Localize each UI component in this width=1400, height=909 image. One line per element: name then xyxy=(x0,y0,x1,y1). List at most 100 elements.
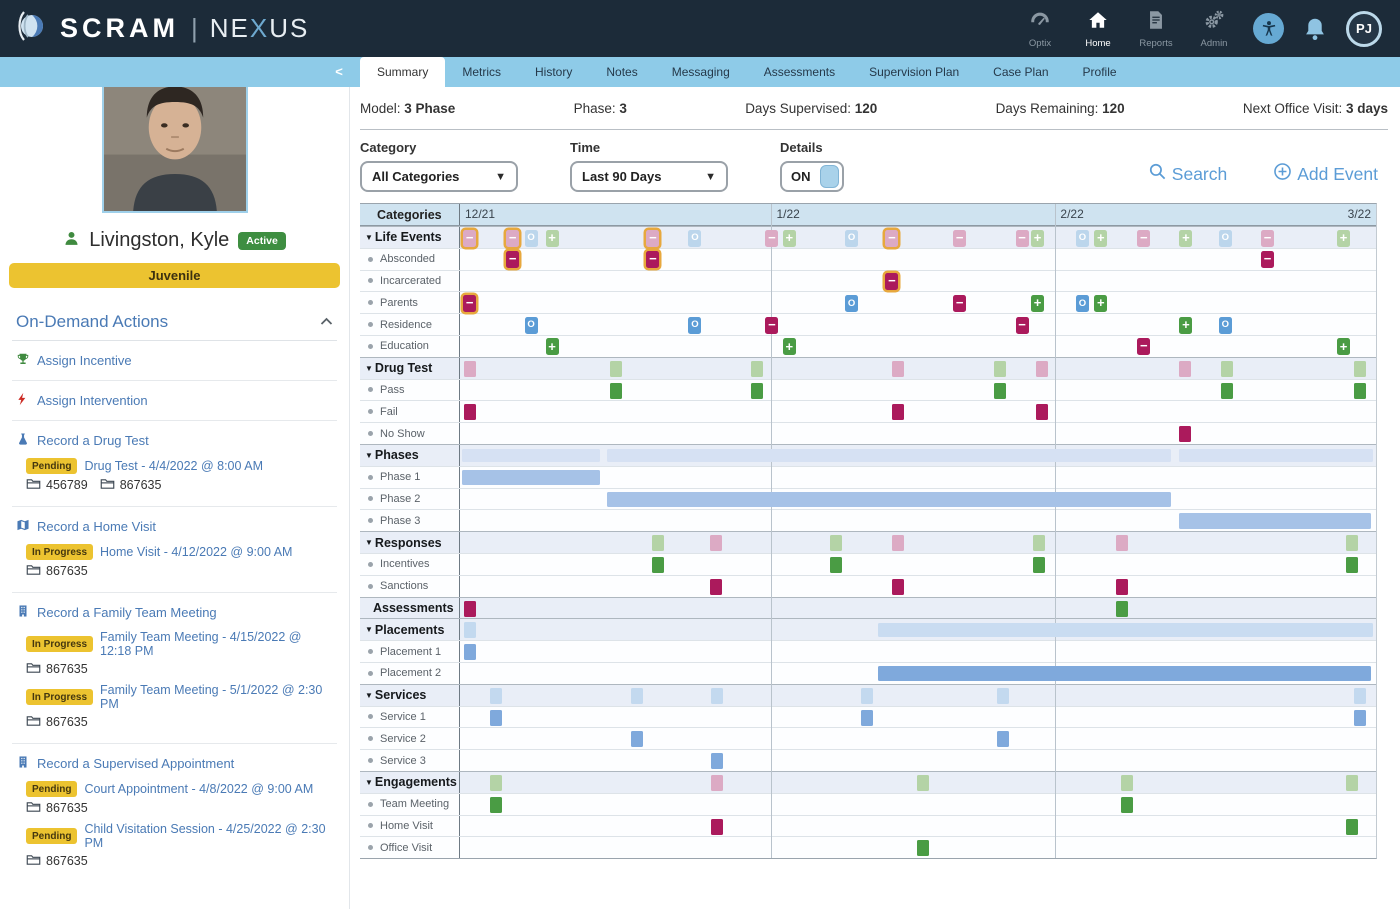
event-marker[interactable] xyxy=(490,775,502,791)
event-marker[interactable]: + xyxy=(1179,317,1192,334)
event-marker[interactable]: + xyxy=(1031,295,1044,312)
event-marker[interactable]: − xyxy=(953,230,966,247)
tab-messaging[interactable]: Messaging xyxy=(655,57,747,87)
tab-supervision-plan[interactable]: Supervision Plan xyxy=(852,57,976,87)
tab-assessments[interactable]: Assessments xyxy=(747,57,852,87)
assign-intervention-link[interactable]: Assign Intervention xyxy=(16,388,333,413)
event-marker[interactable] xyxy=(490,688,502,704)
row-label-responses[interactable]: ▼Responses xyxy=(360,532,460,553)
event-marker[interactable] xyxy=(1346,557,1358,573)
event-marker[interactable] xyxy=(1354,361,1366,377)
event-marker[interactable] xyxy=(711,753,723,769)
row-label-drug-test[interactable]: ▼Drug Test xyxy=(360,358,460,379)
event-marker[interactable] xyxy=(1221,383,1233,399)
folder-reference[interactable]: 456789 xyxy=(26,477,88,493)
record-a-home-visit-link[interactable]: Record a Home Visit xyxy=(16,514,333,539)
event-marker[interactable] xyxy=(1121,775,1133,791)
event-link[interactable]: Child Visitation Session - 4/25/2022 @ 2… xyxy=(84,822,333,850)
chevron-up-icon[interactable] xyxy=(320,315,333,329)
event-marker[interactable] xyxy=(1033,557,1045,573)
event-marker[interactable] xyxy=(464,361,476,377)
event-marker[interactable] xyxy=(830,557,842,573)
event-marker[interactable] xyxy=(631,688,643,704)
nav-item-reports[interactable]: Reports xyxy=(1131,9,1181,49)
event-marker[interactable] xyxy=(830,535,842,551)
folder-reference[interactable]: 867635 xyxy=(26,800,88,816)
app-logo[interactable]: SCRAM | NEXUS xyxy=(0,8,309,49)
event-marker[interactable]: + xyxy=(783,230,796,247)
row-label-phases[interactable]: ▼Phases xyxy=(360,445,460,466)
row-label-services[interactable]: ▼Services xyxy=(360,685,460,706)
time-dropdown[interactable]: Last 90 Days ▼ xyxy=(570,161,728,192)
folder-reference[interactable]: 867635 xyxy=(100,477,162,493)
event-marker[interactable] xyxy=(892,579,904,595)
event-marker[interactable] xyxy=(464,622,476,638)
event-marker[interactable] xyxy=(490,797,502,813)
event-marker[interactable] xyxy=(1116,601,1128,617)
event-marker[interactable] xyxy=(1116,535,1128,551)
juvenile-banner[interactable]: Juvenile xyxy=(9,263,340,288)
event-marker[interactable]: − xyxy=(765,317,778,334)
event-marker[interactable]: O xyxy=(688,317,701,334)
event-bar[interactable] xyxy=(1179,513,1371,529)
event-marker[interactable] xyxy=(1116,579,1128,595)
event-marker[interactable] xyxy=(652,557,664,573)
record-a-family-team-meeting-link[interactable]: Record a Family Team Meeting xyxy=(16,600,333,625)
event-bar[interactable] xyxy=(878,623,1374,637)
event-marker[interactable]: + xyxy=(1031,230,1044,247)
status-badge-pending[interactable]: Pending xyxy=(26,828,77,844)
assign-incentive-link[interactable]: Assign Incentive xyxy=(16,348,333,373)
event-marker[interactable] xyxy=(1346,819,1358,835)
event-marker[interactable] xyxy=(1221,361,1233,377)
bell-icon[interactable] xyxy=(1300,14,1330,44)
event-marker[interactable] xyxy=(1121,797,1133,813)
tab-summary[interactable]: Summary xyxy=(360,57,445,87)
event-marker[interactable]: + xyxy=(1337,230,1350,247)
nav-item-home[interactable]: Home xyxy=(1073,9,1123,49)
event-bar[interactable] xyxy=(1179,449,1373,463)
event-marker[interactable]: − xyxy=(646,230,659,247)
event-marker[interactable] xyxy=(892,535,904,551)
tab-notes[interactable]: Notes xyxy=(589,57,654,87)
event-link[interactable]: Family Team Meeting - 5/1/2022 @ 2:30 PM xyxy=(100,683,333,711)
event-marker[interactable] xyxy=(490,710,502,726)
nav-item-optix[interactable]: Optix xyxy=(1015,9,1065,49)
event-marker[interactable]: O xyxy=(845,230,858,247)
event-marker[interactable] xyxy=(710,579,722,595)
event-link[interactable]: Family Team Meeting - 4/15/2022 @ 12:18 … xyxy=(100,630,333,658)
event-marker[interactable]: + xyxy=(783,338,796,355)
event-marker[interactable] xyxy=(994,361,1006,377)
event-marker[interactable]: + xyxy=(546,230,559,247)
record-a-supervised-appointment-link[interactable]: Record a Supervised Appointment xyxy=(16,751,333,776)
event-marker[interactable] xyxy=(652,535,664,551)
event-marker[interactable]: − xyxy=(885,273,898,290)
event-marker[interactable] xyxy=(1033,535,1045,551)
event-bar[interactable] xyxy=(607,492,1170,508)
tab-profile[interactable]: Profile xyxy=(1066,57,1134,87)
event-link[interactable]: Home Visit - 4/12/2022 @ 9:00 AM xyxy=(100,545,292,559)
event-marker[interactable]: + xyxy=(1094,295,1107,312)
status-badge-in-progress[interactable]: In Progress xyxy=(26,544,93,560)
event-bar[interactable] xyxy=(462,470,600,486)
event-marker[interactable] xyxy=(464,644,476,660)
event-marker[interactable] xyxy=(1354,383,1366,399)
event-marker[interactable] xyxy=(610,361,622,377)
event-marker[interactable]: O xyxy=(845,295,858,312)
folder-reference[interactable]: 867635 xyxy=(26,853,88,869)
category-dropdown[interactable]: All Categories ▼ xyxy=(360,161,518,192)
event-bar[interactable] xyxy=(878,666,1372,682)
event-marker[interactable]: O xyxy=(1219,230,1232,247)
event-marker[interactable]: − xyxy=(463,295,476,312)
status-badge-pending[interactable]: Pending xyxy=(26,458,77,474)
accessibility-icon[interactable] xyxy=(1253,13,1284,44)
event-marker[interactable] xyxy=(997,731,1009,747)
event-marker[interactable]: − xyxy=(1016,317,1029,334)
event-marker[interactable] xyxy=(892,361,904,377)
event-marker[interactable]: − xyxy=(1261,251,1274,268)
tab-metrics[interactable]: Metrics xyxy=(445,57,518,87)
event-marker[interactable] xyxy=(917,840,929,856)
event-marker[interactable]: − xyxy=(1137,338,1150,355)
event-bar[interactable] xyxy=(607,449,1170,463)
event-marker[interactable]: − xyxy=(953,295,966,312)
event-marker[interactable] xyxy=(464,601,476,617)
